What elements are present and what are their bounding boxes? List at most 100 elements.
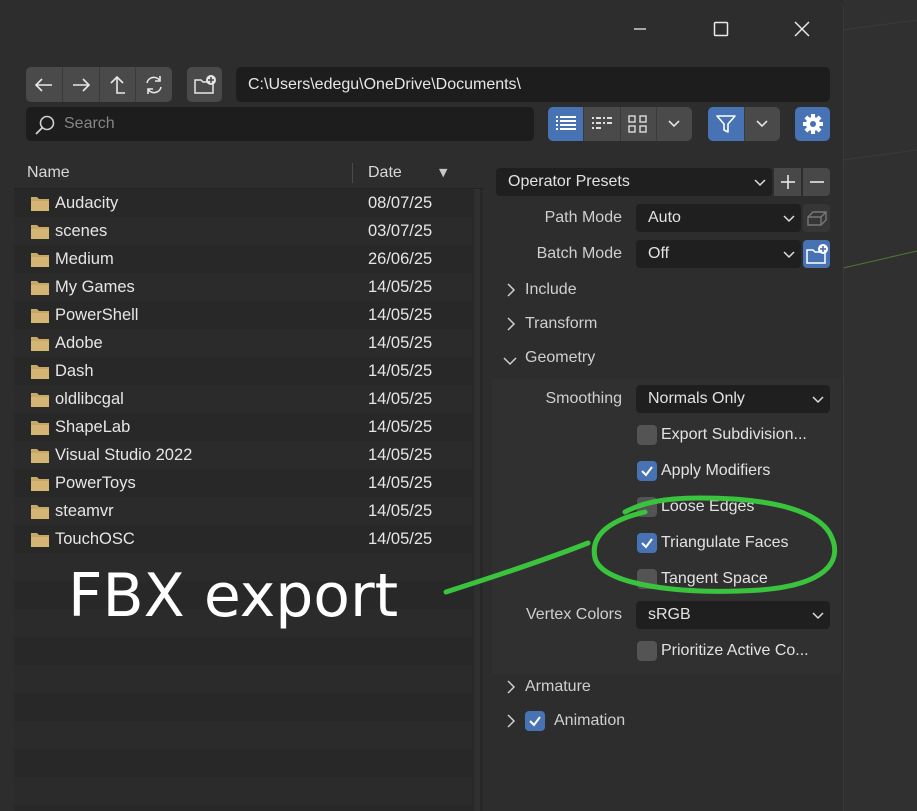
batch-own-dir-toggle[interactable] (803, 240, 830, 268)
date-column-header[interactable]: Date (368, 157, 402, 188)
file-list-header: Name Date ▼ (14, 157, 483, 189)
file-row[interactable]: Adobe 14/05/25 (14, 329, 472, 357)
smoothing-dropdown[interactable]: Normals Only (636, 385, 830, 413)
file-date: 14/05/25 (368, 474, 433, 492)
checkmark-icon (529, 716, 541, 727)
file-date: 14/05/25 (368, 334, 433, 352)
add-preset-button[interactable] (774, 168, 801, 196)
grid-view-icon (628, 115, 647, 133)
file-name: TouchOSC (55, 530, 135, 548)
file-date: 26/06/25 (368, 250, 433, 268)
empty-row (14, 721, 472, 749)
filter-icon (715, 115, 736, 133)
triangulate-faces-checkbox[interactable] (637, 533, 657, 553)
file-row[interactable]: My Games 14/05/25 (14, 273, 472, 301)
close-icon (794, 21, 810, 37)
search-icon (34, 114, 56, 140)
path-mode-dropdown[interactable]: Auto (636, 204, 801, 232)
file-list-scrollbar[interactable] (474, 189, 480, 811)
horizontal-list-view-button[interactable] (584, 107, 621, 141)
file-row[interactable]: Medium 26/06/25 (14, 245, 472, 273)
file-row[interactable]: Visual Studio 2022 14/05/25 (14, 441, 472, 469)
file-name: PowerShell (55, 306, 139, 324)
new-folder-button[interactable] (187, 67, 222, 102)
apply-modifiers-checkbox[interactable] (637, 461, 657, 481)
file-row[interactable]: Audacity 08/07/25 (14, 189, 472, 217)
vertical-list-view-button[interactable] (548, 107, 585, 141)
chevron-down-icon (812, 601, 824, 639)
column-divider[interactable] (352, 163, 353, 183)
embed-textures-toggle[interactable] (803, 204, 830, 232)
file-name: PowerToys (55, 474, 136, 492)
thumbnail-view-button[interactable] (621, 107, 657, 141)
animation-checkbox[interactable] (525, 711, 545, 731)
operator-presets-dropdown[interactable]: Operator Presets (496, 168, 772, 196)
file-row[interactable]: ShapeLab 14/05/25 (14, 413, 472, 441)
refresh-button[interactable] (136, 67, 172, 102)
display-mode-buttons (548, 107, 692, 141)
tangent-space-label: Tangent Space (661, 570, 768, 587)
minimize-button[interactable] (620, 14, 660, 44)
file-row[interactable]: Dash 14/05/25 (14, 357, 472, 385)
batch-mode-value: Off (648, 245, 670, 262)
file-row[interactable]: PowerShell 14/05/25 (14, 301, 472, 329)
vertex-colors-value: sRGB (648, 606, 691, 623)
batch-mode-dropdown[interactable]: Off (636, 240, 801, 268)
file-row[interactable]: scenes 03/07/25 (14, 217, 472, 245)
file-name: Visual Studio 2022 (55, 446, 193, 464)
maximize-icon (713, 21, 729, 37)
sort-descending-icon[interactable]: ▼ (439, 166, 447, 179)
name-column-header[interactable]: Name (27, 157, 70, 188)
filter-settings-dropdown[interactable] (745, 107, 781, 141)
refresh-icon (146, 75, 162, 94)
file-row[interactable]: oldlibcgal 14/05/25 (14, 385, 472, 413)
vertex-colors-dropdown[interactable]: sRGB (636, 601, 830, 629)
maximize-button[interactable] (701, 14, 741, 44)
chevron-down-icon (503, 353, 517, 371)
file-date: 14/05/25 (368, 306, 433, 324)
file-row[interactable]: TouchOSC 14/05/25 (14, 525, 472, 553)
folder-icon (30, 475, 50, 496)
armature-section-header[interactable]: Armature (498, 672, 828, 702)
smoothing-label: Smoothing (545, 390, 623, 407)
export-subdivision-checkbox[interactable] (637, 425, 657, 445)
empty-row (14, 749, 472, 777)
arrow-up-icon (110, 75, 126, 94)
file-date: 14/05/25 (368, 418, 433, 436)
settings-toggle-button[interactable] (795, 107, 830, 141)
file-name: My Games (55, 278, 135, 296)
geometry-subpanel (492, 378, 841, 674)
animation-section-header[interactable]: Animation (498, 706, 828, 736)
batch-mode-label: Batch Mode (536, 245, 622, 262)
folder-icon (30, 335, 50, 356)
file-name: Medium (55, 250, 114, 268)
arrow-left-icon (34, 77, 52, 92)
file-row[interactable]: PowerToys 14/05/25 (14, 469, 472, 497)
geometry-section-label: Geometry (525, 349, 596, 366)
chevron-right-icon (506, 680, 516, 699)
back-button[interactable] (26, 67, 63, 102)
remove-preset-button[interactable] (803, 168, 830, 196)
prioritize-active-color-checkbox[interactable] (637, 641, 657, 661)
parent-directory-button[interactable] (100, 67, 137, 102)
directory-path-input[interactable]: C:\Users\edegu\OneDrive\Documents\ (236, 67, 830, 102)
forward-button[interactable] (63, 67, 100, 102)
checkmark-icon (641, 538, 653, 549)
transform-section-header[interactable]: Transform (498, 309, 828, 339)
search-input[interactable]: Search (26, 107, 534, 141)
empty-row (14, 665, 472, 693)
close-button[interactable] (782, 14, 822, 44)
smoothing-value: Normals Only (648, 390, 745, 407)
geometry-section-header[interactable]: Geometry (498, 343, 828, 373)
include-section-header[interactable]: Include (498, 275, 828, 305)
include-section-label: Include (525, 281, 577, 298)
tangent-space-checkbox[interactable] (637, 569, 657, 589)
file-name: scenes (55, 222, 108, 240)
file-row[interactable]: steamvr 14/05/25 (14, 497, 472, 525)
folder-icon (30, 447, 50, 468)
vertex-colors-label: Vertex Colors (525, 606, 622, 623)
display-settings-dropdown[interactable] (657, 107, 692, 141)
file-browser-window: C:\Users\edegu\OneDrive\Documents\ Searc… (0, 0, 844, 811)
loose-edges-checkbox[interactable] (637, 497, 657, 517)
filter-toggle-button[interactable] (708, 107, 745, 141)
